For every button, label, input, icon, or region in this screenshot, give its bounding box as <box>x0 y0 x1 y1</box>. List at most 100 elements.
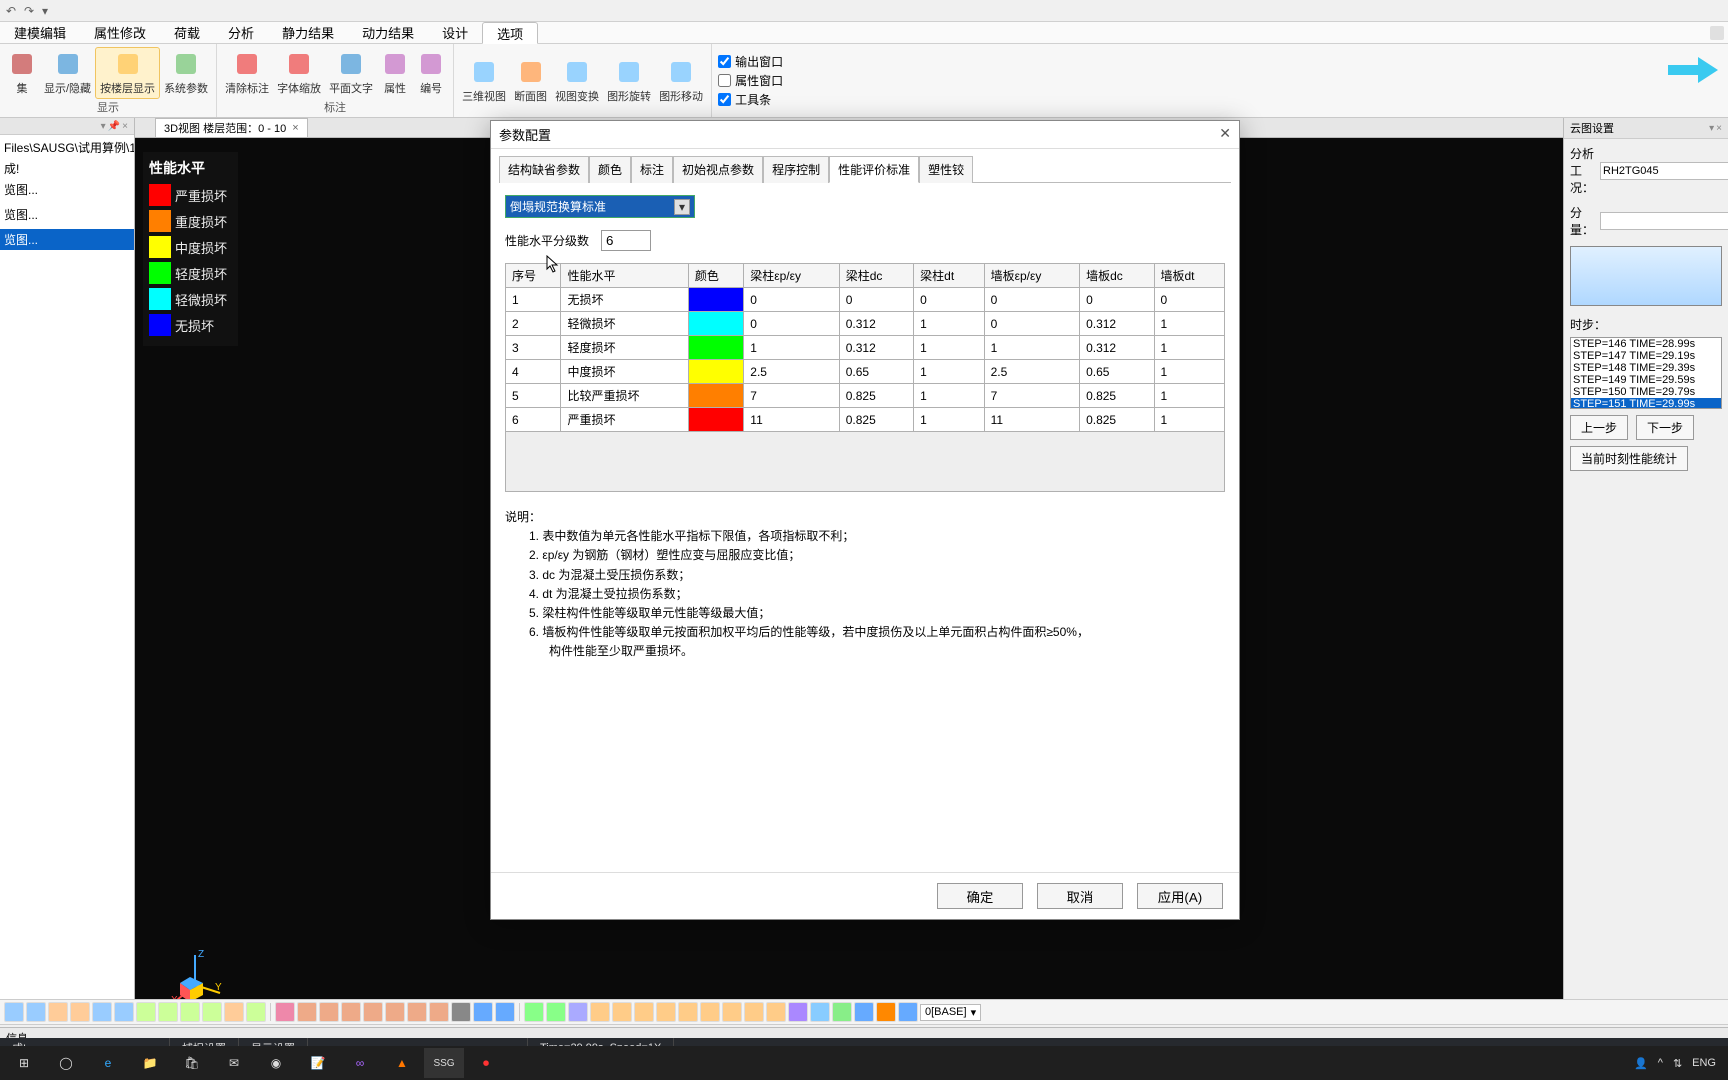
qat-undo-icon[interactable]: ↶ <box>6 4 20 18</box>
ribbon-btn-系统参数[interactable]: 系统参数 <box>160 48 212 98</box>
base-combo[interactable]: 0[BASE]▾ <box>920 1004 981 1021</box>
dlg-tab-4[interactable]: 程序控制 <box>763 156 829 183</box>
table-row[interactable]: 1无损坏000000 <box>506 288 1225 312</box>
left-tree[interactable]: Files\SAUSG\试用算例\10层...成!览图...览图...览图... <box>0 135 134 1025</box>
taskbar[interactable]: ⊞ ◯ e 📁 🛍 ✉ ◉ 📝 ∞ ▲ SSG ⏺ 👤 ^ ⇅ ENG <box>0 1046 1728 1080</box>
menu-2[interactable]: 荷载 <box>160 22 214 43</box>
step-item[interactable]: STEP=148 TIME=29.39s <box>1571 362 1721 374</box>
rec-icon[interactable]: ⏺ <box>466 1048 506 1078</box>
toolbar-color-icon-5[interactable] <box>634 1002 654 1022</box>
cancel-button[interactable]: 取消 <box>1037 883 1123 909</box>
toolbar-color-icon-1[interactable] <box>546 1002 566 1022</box>
step-item[interactable]: STEP=149 TIME=29.59s <box>1571 374 1721 386</box>
color-cell[interactable] <box>688 336 743 360</box>
toolbar-icon-8[interactable] <box>180 1002 200 1022</box>
system-tray[interactable]: 👤 ^ ⇅ ENG <box>1634 1057 1724 1070</box>
store-icon[interactable]: 🛍 <box>172 1048 212 1078</box>
ribbon-btn-按楼层显示[interactable]: 按楼层显示 <box>95 47 160 99</box>
table-row[interactable]: 3轻度损坏10.312110.3121 <box>506 336 1225 360</box>
toolbar-color-icon-16[interactable] <box>876 1002 896 1022</box>
toolbar-color-icon-17[interactable] <box>898 1002 918 1022</box>
close-tab-icon[interactable]: × <box>292 122 298 134</box>
help-icon[interactable] <box>1710 26 1724 40</box>
ribbon-btn-编号[interactable]: 编号 <box>413 48 449 98</box>
matlab-icon[interactable]: ▲ <box>382 1048 422 1078</box>
toolbar-color-icon-8[interactable] <box>700 1002 720 1022</box>
table-row[interactable]: 5比较严重损坏70.825170.8251 <box>506 384 1225 408</box>
toolbar-color-icon-14[interactable] <box>832 1002 852 1022</box>
tray-ime[interactable]: ENG <box>1692 1057 1716 1069</box>
toolbar-color-icon-4[interactable] <box>612 1002 632 1022</box>
pin2-icon[interactable]: 📌 <box>108 121 120 132</box>
ribbon-check-输出窗口[interactable]: 输出窗口 <box>718 53 783 70</box>
table-row[interactable]: 4中度损坏2.50.6512.50.651 <box>506 360 1225 384</box>
toolbar-icon-7[interactable] <box>158 1002 178 1022</box>
toolbar-color-icon-11[interactable] <box>766 1002 786 1022</box>
toolbar-view-icon-3[interactable] <box>341 1002 361 1022</box>
doc-tab[interactable]: 3D视图 楼层范围：0 - 10 × <box>155 118 308 137</box>
dialog-close-icon[interactable]: ✕ <box>1219 125 1231 144</box>
step-item[interactable]: STEP=147 TIME=29.19s <box>1571 350 1721 362</box>
tray-people-icon[interactable]: 👤 <box>1634 1057 1648 1070</box>
ribbon-btn-图形旋转[interactable]: 图形旋转 <box>603 56 655 106</box>
color-cell[interactable] <box>688 360 743 384</box>
tree-line[interactable]: 览图... <box>0 204 134 225</box>
case-input[interactable] <box>1600 162 1728 180</box>
close-icon[interactable]: × <box>1716 123 1722 134</box>
menu-0[interactable]: 建模编辑 <box>0 22 80 43</box>
toolbar-icon-5[interactable] <box>114 1002 134 1022</box>
toolbar-color-icon-6[interactable] <box>656 1002 676 1022</box>
ribbon-btn-平面文字[interactable]: 平面文字 <box>325 48 377 98</box>
color-cell[interactable] <box>688 312 743 336</box>
ribbon-btn-图形移动[interactable]: 图形移动 <box>655 56 707 106</box>
ribbon-btn-字体缩放[interactable]: 字体缩放 <box>273 48 325 98</box>
toolbar-view-icon-7[interactable] <box>429 1002 449 1022</box>
ribbon-btn-视图变换[interactable]: 视图变换 <box>551 56 603 106</box>
ribbon-check-属性窗口[interactable]: 属性窗口 <box>718 72 783 89</box>
ribbon-btn-清除标注[interactable]: 清除标注 <box>221 48 273 98</box>
ribbon-btn-显示/隐藏[interactable]: 显示/隐藏 <box>40 48 95 98</box>
dlg-tab-3[interactable]: 初始视点参数 <box>673 156 763 183</box>
level-count-input[interactable] <box>601 230 651 251</box>
toolbar-icon-11[interactable] <box>246 1002 266 1022</box>
chevron-down-icon[interactable]: ▾ <box>674 199 690 215</box>
stats-button[interactable]: 当前时刻性能统计 <box>1570 446 1688 471</box>
toolbar-icon-3[interactable] <box>70 1002 90 1022</box>
next-arrow-icon[interactable] <box>1668 55 1718 85</box>
toolbar-view-icon-5[interactable] <box>385 1002 405 1022</box>
table-row[interactable]: 6严重损坏110.8251110.8251 <box>506 408 1225 432</box>
toolbar-color-icon-15[interactable] <box>854 1002 874 1022</box>
toolbar-color-icon-9[interactable] <box>722 1002 742 1022</box>
cortana-icon[interactable]: ◯ <box>46 1048 86 1078</box>
tree-line[interactable]: 览图... <box>0 229 134 250</box>
ribbon-btn-属性[interactable]: 属性 <box>377 48 413 98</box>
toolbar-icon-6[interactable] <box>136 1002 156 1022</box>
qat-redo-icon[interactable]: ↷ <box>24 4 38 18</box>
step-list[interactable]: STEP=146 TIME=28.99sSTEP=147 TIME=29.19s… <box>1570 337 1722 409</box>
toolbar-color-icon-12[interactable] <box>788 1002 808 1022</box>
dlg-tab-6[interactable]: 塑性铰 <box>919 156 973 183</box>
ok-button[interactable]: 确定 <box>937 883 1023 909</box>
component-input[interactable] <box>1600 212 1728 230</box>
menu-4[interactable]: 静力结果 <box>268 22 348 43</box>
tree-line[interactable]: Files\SAUSG\试用算例\10层... <box>0 137 134 158</box>
toolbar-icon-9[interactable] <box>202 1002 222 1022</box>
tray-wifi-icon[interactable]: ⇅ <box>1673 1057 1682 1070</box>
tray-chevron-icon[interactable]: ^ <box>1658 1057 1663 1069</box>
menu-3[interactable]: 分析 <box>214 22 268 43</box>
pin-icon[interactable]: ▾ <box>1709 123 1714 134</box>
toolbar-icon-1[interactable] <box>26 1002 46 1022</box>
vs-icon[interactable]: ∞ <box>340 1048 380 1078</box>
tree-line[interactable]: 成! <box>0 158 134 179</box>
toolbar-view-icon-2[interactable] <box>319 1002 339 1022</box>
next-step-button[interactable]: 下一步 <box>1636 415 1694 440</box>
dlg-tab-0[interactable]: 结构缺省参数 <box>499 156 589 183</box>
toolbar-color-icon-3[interactable] <box>590 1002 610 1022</box>
toolbar-view-icon-4[interactable] <box>363 1002 383 1022</box>
close-icon[interactable]: × <box>122 121 128 132</box>
ribbon-check-工具条[interactable]: 工具条 <box>718 91 783 108</box>
standard-combo[interactable]: 倒塌规范换算标准 ▾ <box>505 195 695 218</box>
ribbon-btn-集[interactable]: 集 <box>4 48 40 98</box>
toolbar-icon-2[interactable] <box>48 1002 68 1022</box>
toolbar-icon-4[interactable] <box>92 1002 112 1022</box>
